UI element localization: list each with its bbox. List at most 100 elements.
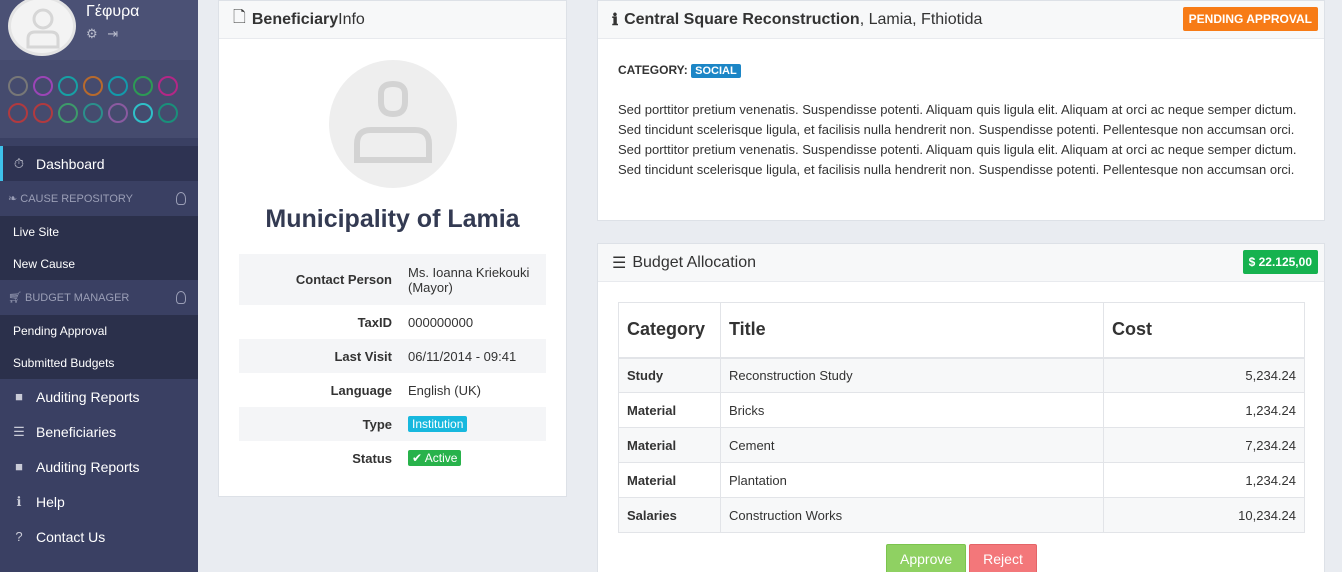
cell-category: Material [618, 392, 721, 428]
theme-swatch[interactable] [108, 103, 128, 123]
list-icon: ☰ [13, 423, 25, 439]
sidebar-item-live-site[interactable]: Live Site [0, 216, 198, 248]
user-icon [26, 8, 60, 49]
sidebar-nav: ⏱ Dashboard ❧ CAUSE REPOSITORY Live Site… [0, 146, 198, 554]
panel-header: ☰ Budget Allocation [598, 244, 1324, 282]
sidebar-item-label: Dashboard [36, 155, 105, 172]
theme-swatch[interactable] [158, 103, 178, 123]
project-location: , Lamia, Fthiotida [859, 10, 983, 28]
theme-swatch[interactable] [33, 103, 53, 123]
question-icon: ? [15, 529, 23, 544]
folder-icon: ■ [15, 459, 23, 474]
reject-button[interactable]: Reject [969, 544, 1037, 572]
sidebar: Γέφυρα ⚙ ⇥ ⏱ Dashboard ❧ CAUSE REPOSITOR… [0, 0, 198, 572]
sidebar-item-label: Auditing Reports [36, 458, 140, 475]
cell-cost: 5,234.24 [1103, 357, 1305, 393]
cell-cost: 1,234.24 [1103, 462, 1305, 498]
theme-swatch[interactable] [8, 103, 28, 123]
column-header-title: Title [720, 302, 1104, 359]
cell-title: Plantation [720, 462, 1104, 498]
sidebar-item-contact-us[interactable]: ? Contact Us [0, 519, 198, 554]
cell-title: Cement [720, 427, 1104, 463]
cell-category: Study [618, 357, 721, 393]
sidebar-item-pending-approval[interactable]: Pending Approval [0, 315, 198, 347]
column-header-category: Category [618, 302, 721, 359]
theme-swatch[interactable] [133, 103, 153, 123]
project-description: Sed porttitor pretium venenatis. Suspend… [618, 102, 1297, 177]
info-row-last-visit: Last Visit 06/11/2014 - 09:41 [239, 339, 546, 373]
user-avatar[interactable] [8, 0, 76, 56]
info-label: Status [352, 450, 392, 466]
table-row: Material Plantation 1,234.24 [618, 462, 1305, 498]
sidebar-item-auditing-reports-2[interactable]: ■ Auditing Reports [0, 449, 198, 484]
section-label: CAUSE REPOSITORY [20, 193, 133, 205]
table-header-row: Category Title Cost [618, 302, 1305, 359]
sidebar-item-label: Auditing Reports [36, 388, 140, 405]
theme-swatch[interactable] [133, 76, 153, 96]
section-budget-manager[interactable]: 🛒︎ BUDGET MANAGER [0, 280, 198, 315]
theme-swatch[interactable] [108, 76, 128, 96]
user-icon [354, 80, 432, 163]
status-badge-label: Active [424, 451, 458, 465]
cell-category: Salaries [618, 497, 721, 533]
section-cause-repository[interactable]: ❧ CAUSE REPOSITORY [0, 181, 198, 216]
type-badge: Institution [408, 416, 468, 432]
table-row: Material Bricks 1,234.24 [618, 392, 1305, 428]
cell-title: Reconstruction Study [720, 357, 1104, 393]
theme-swatch[interactable] [33, 76, 53, 96]
sidebar-item-beneficiaries[interactable]: ☰ Beneficiaries [0, 414, 198, 449]
info-label: Language [330, 382, 392, 398]
theme-swatch[interactable] [58, 76, 78, 96]
budget-table: Category Title Cost Study Reconstruction … [618, 302, 1305, 533]
sidebar-item-dashboard[interactable]: ⏱ Dashboard [0, 146, 198, 181]
beneficiary-info-table: Contact Person Ms. Ioanna Kriekouki (May… [239, 254, 546, 475]
sidebar-item-new-cause[interactable]: New Cause [0, 248, 198, 280]
app-brand: Γέφυρα [86, 3, 140, 20]
sidebar-item-label: Contact Us [36, 528, 106, 545]
theme-swatch[interactable] [58, 103, 78, 123]
project-panel: ℹ Central Square Reconstruction, Lamia, … [597, 0, 1325, 221]
logout-icon[interactable]: ⇥ [107, 26, 118, 41]
leaf-icon: ❧ [8, 193, 21, 205]
info-value: 000000000 [408, 314, 474, 330]
theme-swatch[interactable] [8, 76, 28, 96]
sidebar-item-auditing-reports[interactable]: ■ Auditing Reports [0, 379, 198, 414]
sidebar-item-submitted-budgets[interactable]: Submitted Budgets [0, 347, 198, 379]
table-row: Salaries Construction Works 10,234.24 [618, 497, 1305, 533]
approve-button[interactable]: Approve [886, 544, 967, 572]
info-icon: ℹ [16, 493, 22, 509]
info-label: Type [362, 416, 392, 432]
info-row-language: Language English (UK) [239, 373, 546, 407]
sidebar-item-help[interactable]: ℹ Help [0, 484, 198, 519]
panel-title-bold: Beneficiary [251, 10, 339, 28]
check-icon: ✔ [412, 451, 425, 465]
info-label: Contact Person [295, 272, 392, 287]
project-title: Central Square Reconstruction [624, 10, 860, 28]
gear-icon[interactable]: ⚙ [86, 26, 98, 41]
sidebar-item-label: Beneficiaries [36, 423, 117, 440]
lightbulb-icon[interactable] [176, 192, 186, 205]
theme-swatch[interactable] [83, 103, 103, 123]
cell-title: Construction Works [720, 497, 1104, 533]
folder-icon: ■ [15, 389, 23, 404]
info-row-contact: Contact Person Ms. Ioanna Kriekouki (May… [239, 254, 546, 305]
beneficiary-name: Municipality of Lamia [265, 205, 520, 233]
document-icon: 🗋 [233, 9, 246, 26]
panel-header: 🗋 Beneficiary Info [219, 1, 566, 39]
cart-icon: 🛒︎ [8, 292, 26, 304]
info-label: TaxID [357, 314, 392, 330]
theme-swatch[interactable] [158, 76, 178, 96]
cell-cost: 7,234.24 [1103, 427, 1305, 463]
sidebar-item-label: Pending Approval [13, 324, 108, 338]
column-header-cost: Cost [1103, 302, 1305, 359]
info-row-taxid: TaxID 000000000 [239, 305, 546, 339]
budget-actions: Approve Reject [886, 544, 1037, 572]
cell-category: Material [618, 462, 721, 498]
category-label: CATEGORY: [618, 63, 688, 77]
panel-title: Budget Allocation [632, 253, 756, 271]
theme-swatch[interactable] [83, 76, 103, 96]
stopwatch-icon: ⏱ [13, 155, 25, 171]
lightbulb-icon[interactable] [176, 291, 186, 304]
info-row-status: Status ✔ Active [239, 441, 546, 475]
cell-category: Material [618, 427, 721, 463]
